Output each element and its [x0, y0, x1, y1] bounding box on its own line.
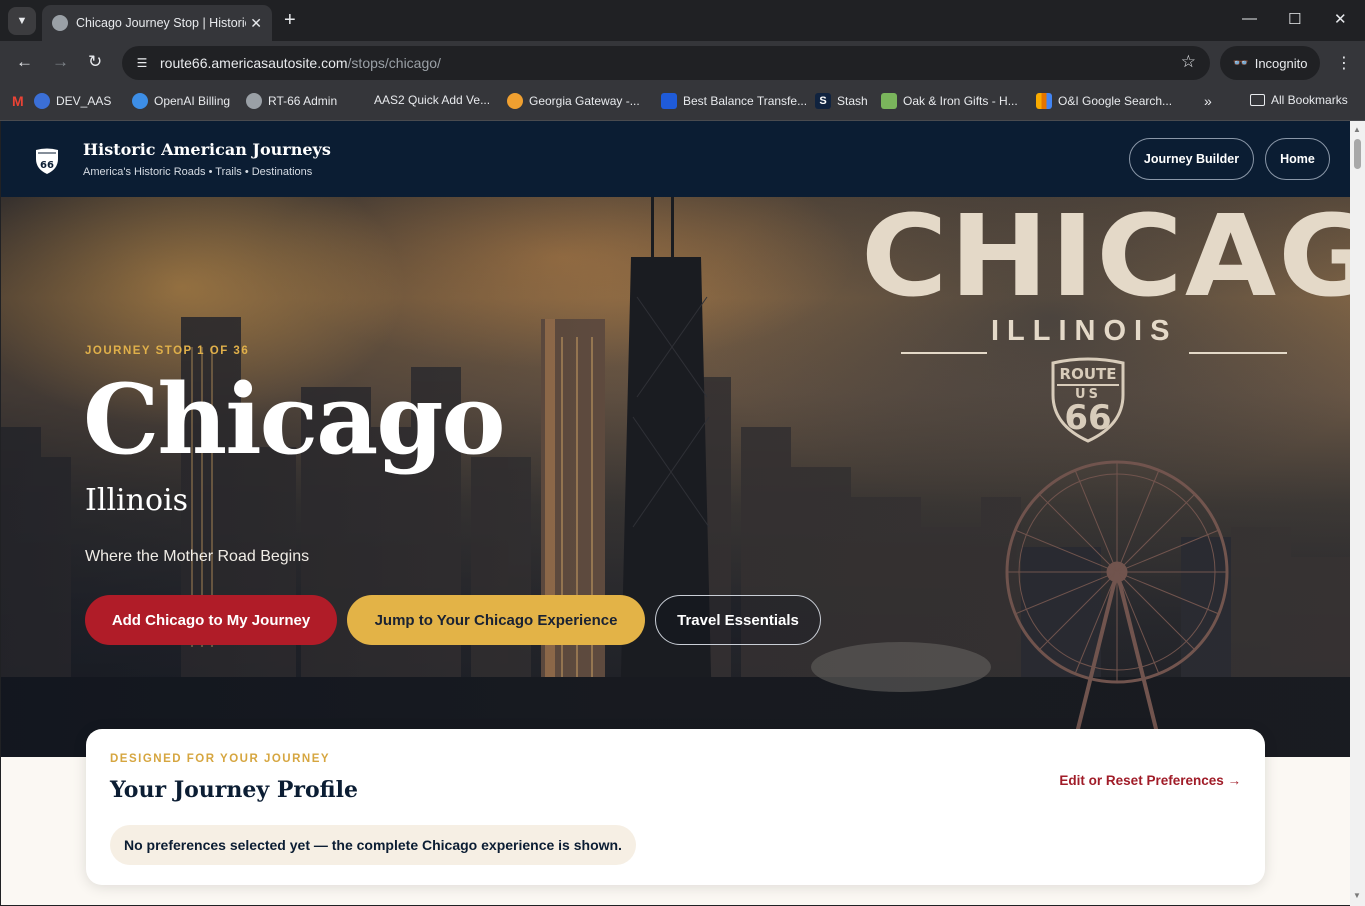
brand-tagline: America's Historic Roads • Trails • Dest… [83, 166, 313, 178]
georgia-icon [507, 93, 523, 109]
bookmark-oi-google-search[interactable]: O&I Google Search... [1036, 93, 1172, 109]
page-scrollbar[interactable]: ▲ ▼ [1350, 121, 1365, 906]
forward-arrow-icon[interactable]: → [52, 52, 69, 72]
brand-name[interactable]: Historic American Journeys [83, 140, 331, 159]
bookmark-dev-aas[interactable]: M DEV_AAS [12, 93, 111, 109]
svg-text:ROUTE: ROUTE [1060, 365, 1117, 383]
maximize-icon[interactable]: ☐ [1288, 10, 1301, 28]
flag-icon [661, 93, 677, 109]
browser-toolbar: ← → ↻ ☰ route66.americasautosite.com/sto… [0, 41, 1365, 85]
incognito-button[interactable]: 👓 Incognito [1220, 46, 1320, 80]
tab-search-button[interactable]: ▼ [8, 7, 36, 35]
image-city-lettering: CHICAGO [861, 197, 1350, 322]
close-icon[interactable]: ✕ [250, 15, 262, 32]
flag-globe-icon [34, 93, 50, 109]
bookmark-openai-billing[interactable]: OpenAI Billing [132, 93, 230, 109]
shopify-icon [881, 93, 897, 109]
chevron-down-icon: ▼ [16, 15, 28, 27]
scroll-up-icon[interactable]: ▲ [1353, 125, 1361, 134]
state-subtitle: Illinois [85, 483, 189, 518]
bookmark-oak-iron[interactable]: Oak & Iron Gifts - H... [881, 93, 1018, 109]
tab-favicon-icon [52, 15, 68, 31]
svg-text:66: 66 [40, 160, 54, 171]
minimize-icon[interactable]: — [1242, 10, 1257, 27]
bookmarks-bar: M DEV_AAS OpenAI Billing RT-66 Admin AAS… [0, 85, 1365, 121]
tab-strip: ▼ Chicago Journey Stop | Historic ✕ + — … [0, 0, 1365, 41]
route-66-shield-icon[interactable]: 66 [33, 147, 61, 175]
more-bookmarks-icon[interactable]: » [1204, 93, 1212, 109]
folder-icon [1250, 94, 1265, 106]
image-state-lettering: ILLINOIS [991, 315, 1178, 347]
hero-tagline: Where the Mother Road Begins [85, 548, 310, 565]
gmail-icon: M [12, 93, 24, 109]
preferences-status-badge: No preferences selected yet — the comple… [110, 825, 636, 865]
stash-icon: S [815, 93, 831, 109]
site-header: 66 Historic American Journeys America's … [1, 121, 1350, 197]
divider [901, 352, 987, 354]
scroll-thumb[interactable] [1354, 139, 1361, 169]
url-text[interactable]: route66.americasautosite.com/stops/chica… [160, 55, 441, 71]
analytics-icon [1036, 93, 1052, 109]
divider [1189, 352, 1287, 354]
site-info-icon[interactable]: ☰ [130, 51, 154, 75]
window-close-icon[interactable]: ✕ [1334, 10, 1347, 28]
bookmark-best-balance[interactable]: Best Balance Transfe... [661, 93, 807, 109]
browser-menu-icon[interactable]: ⋮ [1336, 53, 1352, 73]
profile-eyebrow: DESIGNED FOR YOUR JOURNEY [110, 753, 331, 765]
journey-builder-button[interactable]: Journey Builder [1129, 138, 1254, 180]
page-viewport: 66 Historic American Journeys America's … [1, 121, 1350, 905]
home-button[interactable]: Home [1265, 138, 1330, 180]
address-bar[interactable]: ☰ route66.americasautosite.com/stops/chi… [122, 46, 1210, 80]
profile-title: Your Journey Profile [110, 777, 358, 803]
bookmark-aas2-quick-add[interactable]: AAS2 Quick Add Ve... [374, 93, 490, 107]
hero-section: CHICAGO ILLINOIS ROUTE US 66 JOURNEY STO… [1, 197, 1350, 757]
page-title: Chicago [83, 363, 505, 476]
scroll-down-icon[interactable]: ▼ [1353, 891, 1361, 900]
travel-essentials-button[interactable]: Travel Essentials [655, 595, 821, 645]
journey-stop-eyebrow: JOURNEY STOP 1 OF 36 [85, 345, 250, 357]
bookmark-star-icon[interactable]: ☆ [1181, 52, 1196, 72]
bookmark-georgia-gateway[interactable]: Georgia Gateway -... [507, 93, 640, 109]
svg-text:66: 66 [1064, 398, 1111, 438]
jump-to-experience-button[interactable]: Jump to Your Chicago Experience [347, 595, 645, 645]
bookmark-rt66-admin[interactable]: RT-66 Admin [246, 93, 337, 109]
journey-profile-card: DESIGNED FOR YOUR JOURNEY Your Journey P… [86, 729, 1265, 885]
reload-icon[interactable]: ↻ [88, 52, 102, 72]
openai-icon [132, 93, 148, 109]
add-to-journey-button[interactable]: Add Chicago to My Journey [85, 595, 337, 645]
route-66-sign-icon: ROUTE US 66 [1051, 357, 1125, 443]
back-arrow-icon[interactable]: ← [16, 52, 33, 72]
bookmark-stash[interactable]: S Stash [815, 93, 868, 109]
tab-title: Chicago Journey Stop | Historic [76, 16, 246, 30]
all-bookmarks-button[interactable]: All Bookmarks [1250, 93, 1348, 107]
globe-icon [246, 93, 262, 109]
edit-preferences-link[interactable]: Edit or Reset Preferences → [1059, 773, 1241, 788]
incognito-label: Incognito [1254, 55, 1308, 71]
new-tab-button[interactable]: + [284, 9, 296, 31]
active-tab[interactable]: Chicago Journey Stop | Historic ✕ [42, 5, 272, 41]
incognito-icon: 👓 [1232, 55, 1249, 70]
